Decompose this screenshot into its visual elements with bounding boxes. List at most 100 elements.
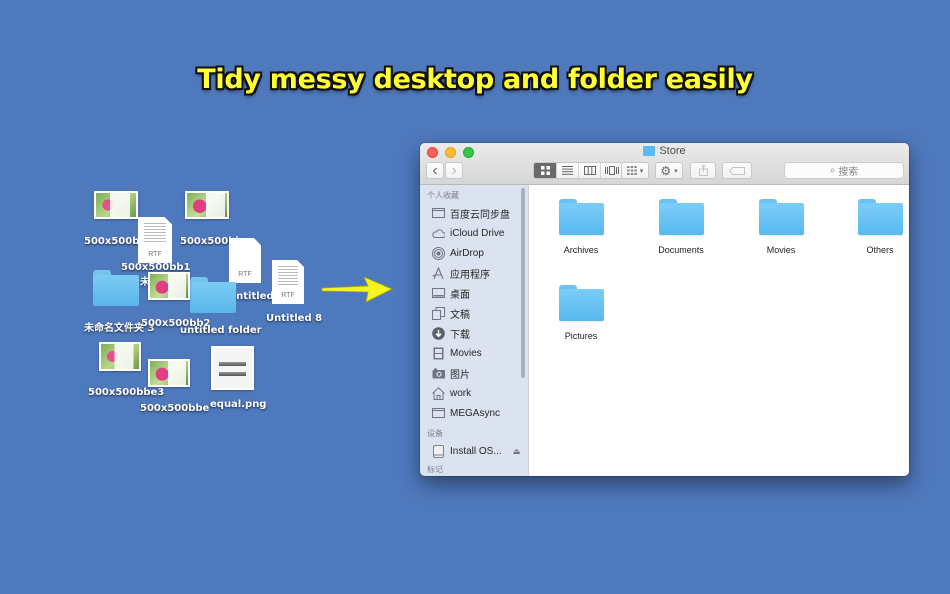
sidebar-section-devices: 设备 [427, 429, 443, 438]
folder-icon [658, 199, 704, 235]
finder-window: Store ‹ › ▾ ⚙ ▾ ⌕ 搜索 个人收藏 百度云同步盘 iCloud … [420, 143, 909, 476]
back-button[interactable]: ‹ [426, 162, 444, 179]
documents-icon [432, 306, 445, 320]
share-icon [698, 165, 708, 176]
sidebar-item-desktop[interactable]: 桌面 [420, 283, 528, 303]
folder-item[interactable]: Others [830, 199, 909, 255]
icon-view-button[interactable] [534, 163, 556, 178]
desktop-item-label: 500x500bbe [140, 403, 210, 414]
folder-item[interactable]: Archives [531, 199, 631, 255]
search-placeholder: 搜索 [838, 167, 859, 178]
gear-icon: ⚙ [660, 163, 672, 178]
desktop-item-image[interactable] [94, 191, 138, 219]
sidebar-item-label: 文稿 [450, 309, 470, 321]
chevron-right-icon: › [451, 161, 457, 179]
list-icon [562, 166, 573, 175]
sidebar-item-label: Install OS... [450, 445, 502, 457]
file-type-tag: RTF [148, 251, 162, 258]
desktop-item-image[interactable] [211, 346, 254, 390]
tags-button[interactable] [722, 162, 752, 179]
sidebar-item-label: AirDrop [450, 247, 484, 259]
sidebar-item-label: iCloud Drive [450, 227, 505, 239]
sidebar-item-megasync[interactable]: MEGAsync [420, 403, 528, 423]
sidebar-item-label: 百度云同步盘 [450, 209, 510, 221]
sidebar-item-label: work [450, 387, 472, 399]
desktop-icon [432, 287, 445, 300]
file-browser: Archives Documents Movies Others Picture… [529, 185, 909, 476]
sidebar-item-baidu[interactable]: 百度云同步盘 [420, 203, 528, 223]
airdrop-icon [432, 246, 445, 260]
sidebar-item-applications[interactable]: 应用程序 [420, 263, 528, 283]
arrange-button[interactable]: ▾ [621, 162, 649, 179]
folder-item[interactable]: Movies [731, 199, 831, 255]
desktop-item-rtf[interactable]: RTF [272, 260, 304, 304]
window-title: Store [420, 145, 909, 157]
desktop-item-label: untitled folder [180, 325, 262, 336]
sidebar-section-tags: 标记 [427, 465, 443, 474]
window-title-text: Store [659, 145, 686, 157]
image-thumbnail [96, 193, 136, 217]
chevron-down-icon: ▾ [639, 167, 644, 175]
chevron-down-icon: ▾ [674, 167, 678, 175]
sidebar-item-airdrop[interactable]: AirDrop [420, 243, 528, 263]
folder-icon [558, 199, 604, 235]
file-type-tag: RTF [281, 292, 295, 299]
text-lines [277, 266, 299, 286]
action-button[interactable]: ⚙ ▾ [655, 162, 683, 179]
disk-icon [432, 444, 445, 458]
folder-icon [857, 199, 903, 235]
camera-icon [432, 367, 445, 380]
movies-icon [432, 347, 445, 360]
forward-button[interactable]: › [445, 162, 463, 179]
cover-flow-view-button[interactable] [600, 163, 622, 178]
sidebar-item-documents[interactable]: 文稿 [420, 303, 528, 323]
sidebar-scrollbar[interactable] [521, 188, 525, 378]
view-switcher [533, 162, 623, 179]
folder-item[interactable]: Pictures [531, 285, 631, 341]
cover-flow-icon [604, 166, 619, 175]
desktop-item-image[interactable] [148, 359, 190, 387]
folder-label: Others [866, 245, 894, 255]
desktop-item-folder[interactable] [190, 277, 236, 313]
home-icon [432, 386, 445, 400]
sidebar-item-label: MEGAsync [450, 407, 501, 419]
sidebar-section-favorites: 个人收藏 [427, 191, 459, 200]
desktop-item-label: Untitled 8 [266, 313, 323, 324]
desktop-item-label: equal.png [210, 399, 267, 410]
sidebar-item-label: 下载 [450, 329, 470, 341]
folder-icon [758, 199, 804, 235]
equal-bar [218, 372, 247, 376]
folder-item[interactable]: Documents [631, 199, 731, 255]
sidebar-item-label: 图片 [450, 369, 470, 381]
sidebar-item-icloud[interactable]: iCloud Drive [420, 223, 528, 243]
sidebar-item-label: 桌面 [450, 289, 470, 301]
arrange-grid-icon [626, 166, 637, 175]
desktop-item-label: 500x500bbe3 [88, 387, 165, 398]
equal-bar [218, 362, 247, 366]
folder-label: Archives [563, 245, 599, 255]
sidebar-item-install-os[interactable]: Install OS... ⏏ [420, 441, 528, 461]
sidebar-item-label: 应用程序 [450, 269, 490, 281]
share-button[interactable] [690, 162, 716, 179]
desktop-item-image[interactable] [185, 191, 229, 219]
titlebar: Store ‹ › ▾ ⚙ ▾ ⌕ 搜索 [420, 143, 909, 185]
search-icon: ⌕ [829, 165, 836, 176]
sidebar-item-movies[interactable]: Movies [420, 343, 528, 363]
image-thumbnail [150, 361, 188, 385]
cloud-icon [432, 227, 445, 240]
desktop-item-folder[interactable] [93, 270, 139, 306]
column-view-button[interactable] [578, 163, 600, 178]
headline: Tidy messy desktop and folder easily [197, 64, 753, 95]
folder-icon [558, 285, 604, 321]
sidebar-item-downloads[interactable]: 下载 [420, 323, 528, 343]
eject-icon[interactable]: ⏏ [513, 447, 521, 456]
folder-label: Documents [658, 245, 704, 255]
desktop-item-image[interactable] [148, 272, 190, 300]
sidebar-item-pictures[interactable]: 图片 [420, 363, 528, 383]
list-view-button[interactable] [556, 163, 578, 178]
desktop-item-image[interactable] [99, 342, 141, 371]
search-field[interactable]: ⌕ 搜索 [784, 162, 904, 179]
desktop-item-rtf[interactable]: RTF [138, 217, 172, 263]
sidebar: 个人收藏 百度云同步盘 iCloud Drive AirDrop 应用程序 桌面… [420, 185, 529, 476]
sidebar-item-work[interactable]: work [420, 383, 528, 403]
